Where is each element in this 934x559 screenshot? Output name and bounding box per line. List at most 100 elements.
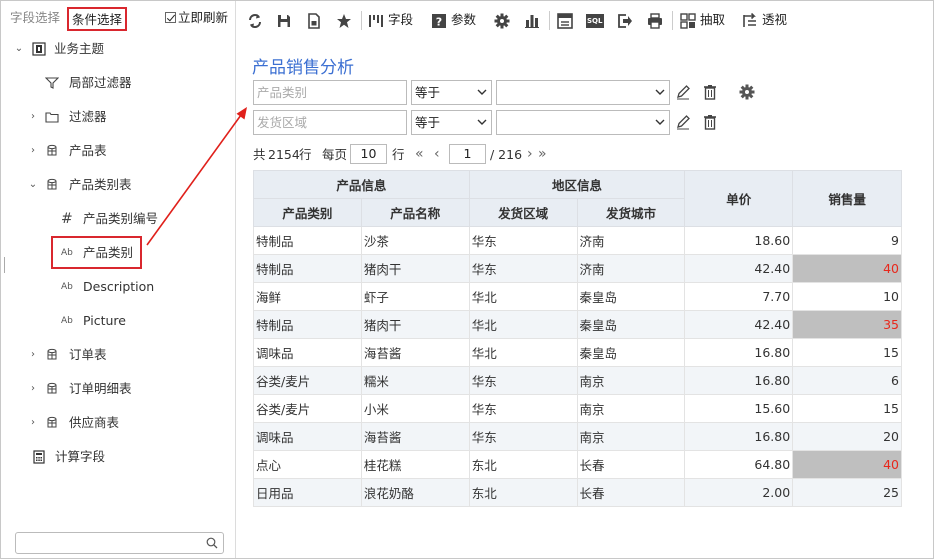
tree-item-label: 局部过滤器 [69,75,132,90]
chevron-down-icon[interactable]: ⌄ [14,37,24,61]
panel-splitter-handle[interactable] [4,257,5,273]
toolbar-separator [549,11,550,30]
cell-product-name: 海苔酱 [360,338,470,367]
settings-button[interactable] [494,11,510,31]
per-page-label: 每页 [322,147,348,162]
cell-sales-qty: 10 [792,282,902,311]
tree-item-label: 订单表 [69,347,107,362]
column-header-ship-region[interactable]: 发货区域 [468,198,578,227]
chart-button[interactable] [524,11,540,31]
filter-field-input[interactable]: 产品类别 [253,80,407,105]
pivot-button[interactable]: 透视 [742,11,787,31]
table-icon [47,178,57,190]
search-icon[interactable] [206,537,218,549]
prev-page-icon[interactable]: ‹ [434,144,440,164]
cell-sales-qty: 6 [792,366,902,395]
column-header-product-name[interactable]: 产品名称 [360,198,470,227]
calculator-icon [33,450,45,464]
chevron-right-icon[interactable]: › [28,343,38,367]
current-page-input[interactable]: 1 [449,144,486,164]
chevron-down-icon[interactable]: ⌄ [28,173,38,197]
cell-ship-region: 华东 [468,366,578,395]
column-header-product-category[interactable]: 产品类别 [253,198,362,227]
cell-product-name: 小米 [360,394,470,423]
table-row: 特制品 猪肉干 华东 济南 42.40 40 [253,254,902,283]
favorite-button[interactable] [336,11,352,31]
filter-value-select[interactable] [496,110,670,135]
export-button[interactable] [617,11,633,31]
parameter-button[interactable]: ? 参数 [431,11,476,31]
last-page-icon[interactable]: » [538,144,547,164]
cell-product-category: 点心 [253,450,362,479]
save-as-button[interactable] [306,11,322,31]
layout-button[interactable] [557,11,573,31]
edit-pencil-icon[interactable] [675,84,691,100]
trash-icon[interactable] [702,114,718,130]
total-suffix: 行 [299,147,312,162]
instant-refresh-toggle[interactable]: 立即刷新 [165,10,228,28]
chevron-right-icon[interactable]: › [28,377,38,401]
cell-unit-price: 16.80 [684,422,794,451]
cell-sales-qty: 20 [792,422,902,451]
sql-icon-label: SQL [587,17,603,25]
extract-button[interactable]: 抽取 [680,11,725,31]
svg-text:?: ? [436,15,442,28]
field-search-input[interactable] [15,532,224,554]
column-header-unit-price[interactable]: 单价 [684,170,794,227]
tab-field-selection[interactable]: 字段选择 [10,7,60,31]
cell-product-category: 特制品 [253,254,362,283]
next-page-icon[interactable]: › [527,144,533,164]
cell-product-name: 沙茶 [360,226,470,255]
tree-item-label: 计算字段 [55,449,106,464]
folder-icon [45,112,59,123]
cell-ship-city: 南京 [576,394,686,423]
filter-value-select[interactable] [496,80,670,105]
field-button[interactable]: 字段 [368,11,413,31]
filter-row-product-category: 产品类别 等于 [253,80,773,105]
chevron-down-icon [655,89,665,95]
cell-product-category: 谷类/麦片 [253,366,362,395]
tree-item-label: 供应商表 [69,415,120,430]
cell-unit-price: 16.80 [684,338,794,367]
first-page-icon[interactable]: « [415,144,424,164]
tab-condition-selection[interactable]: 条件选择 [67,7,128,31]
cell-ship-region: 华东 [468,254,578,283]
trash-icon[interactable] [702,84,718,100]
refresh-button[interactable] [247,11,263,31]
help-parameter-icon: ? [432,13,446,28]
gear-icon[interactable] [739,84,755,100]
cell-sales-qty: 40 [792,254,902,283]
cell-ship-region: 华北 [468,338,578,367]
sql-button[interactable]: SQL [586,11,604,31]
toolbar: 字段 ? 参数 SQL 抽取 透视 [237,1,933,39]
cell-product-category: 海鲜 [253,282,362,311]
filter-operator-select[interactable]: 等于 [411,110,492,135]
cell-ship-city: 秦皇岛 [576,310,686,339]
table-row: 调味品 海苔酱 华北 秦皇岛 16.80 15 [253,338,902,367]
chevron-right-icon[interactable]: › [28,411,38,435]
printer-icon [648,12,662,29]
edit-pencil-icon[interactable] [675,114,691,130]
print-button[interactable] [647,11,663,31]
filter-operator-select[interactable]: 等于 [411,80,492,105]
cell-unit-price: 15.60 [684,394,794,423]
column-header-sales-qty[interactable]: 销售量 [792,170,902,227]
instant-refresh-checkbox[interactable] [165,12,176,23]
chevron-right-icon[interactable]: › [28,139,38,163]
per-page-input[interactable]: 10 [350,144,387,164]
filter-field-input[interactable]: 发货区域 [253,110,407,135]
extract-button-label: 抽取 [699,12,725,27]
cell-ship-region: 东北 [468,450,578,479]
cell-unit-price: 18.60 [684,226,794,255]
cell-product-category: 日用品 [253,478,362,507]
instant-refresh-label: 立即刷新 [178,10,229,25]
chevron-right-icon[interactable]: › [28,105,38,129]
text-field-icon: Ab [61,282,73,292]
export-icon [618,13,632,28]
column-header-ship-city[interactable]: 发货城市 [576,198,686,227]
cell-product-category: 调味品 [253,338,362,367]
tree-item-label: 过滤器 [69,109,107,124]
toolbar-separator [361,11,362,30]
save-button[interactable] [276,11,292,31]
chevron-down-icon [655,119,665,125]
